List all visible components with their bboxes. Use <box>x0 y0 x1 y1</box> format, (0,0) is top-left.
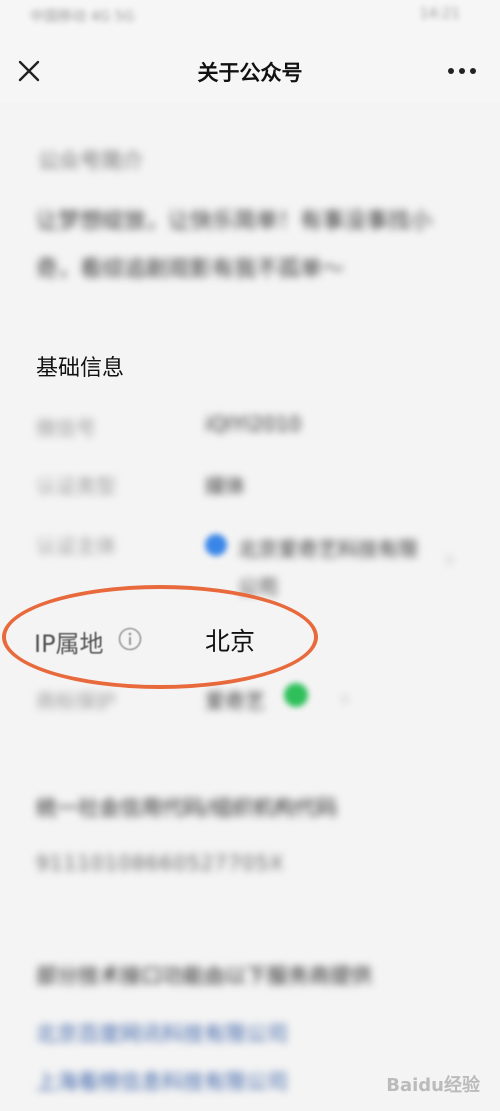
status-time: 14:21 <box>419 6 460 22</box>
cert-subject-label: 认证主体 <box>36 534 116 558</box>
info-icon[interactable] <box>118 627 142 651</box>
intro-title: 公众号简介 <box>38 149 143 173</box>
trademark-label: 商标保护 <box>36 689 116 713</box>
nav-bar: 关于公众号 <box>0 40 500 102</box>
credit-code-title: 统一社会信用代码/组织机构代码 <box>36 796 338 820</box>
verified-icon <box>205 534 227 556</box>
trademark-value[interactable]: 爱奇艺 <box>205 685 265 714</box>
wechat-id-value: iQIYI2010 <box>205 412 302 436</box>
trademark-badge-icon <box>284 683 308 707</box>
status-bar: 中国移动 4G 5G 14:21 <box>0 0 500 40</box>
cert-type-label: 认证类型 <box>36 474 116 498</box>
tech-provider-title: 部分技术接口功能由以下服务商提供 <box>36 964 372 988</box>
ip-location-label: IP属地 <box>34 630 104 658</box>
chevron-right-icon[interactable]: › <box>340 684 350 712</box>
cert-subject-value[interactable]: 北京爱奇艺科技有限公司 <box>238 530 428 606</box>
chevron-right-icon[interactable]: › <box>445 545 455 573</box>
provider-link[interactable]: 上海看榜信息科技有限公司 <box>36 1066 288 1096</box>
wechat-id-label: 微信号 <box>36 416 96 440</box>
basic-info-title: 基础信息 <box>36 356 125 381</box>
more-dots-icon[interactable] <box>446 58 478 84</box>
status-carrier: 中国移动 4G 5G <box>30 9 135 25</box>
provider-link[interactable]: 北京百度网讯科技有限公司 <box>36 1018 288 1048</box>
watermark-logo: Baidu经验 <box>386 1075 480 1096</box>
page-title: 关于公众号 <box>197 61 303 85</box>
cert-type-value: 媒体 <box>205 474 245 498</box>
intro-body: 让梦想绽放，让快乐简单！有事没事找小奇，看综追剧观影有我不孤单～ <box>36 209 433 282</box>
ip-location-value: 北京 <box>205 627 256 656</box>
credit-code-value: 91110108660527705X <box>36 851 285 875</box>
